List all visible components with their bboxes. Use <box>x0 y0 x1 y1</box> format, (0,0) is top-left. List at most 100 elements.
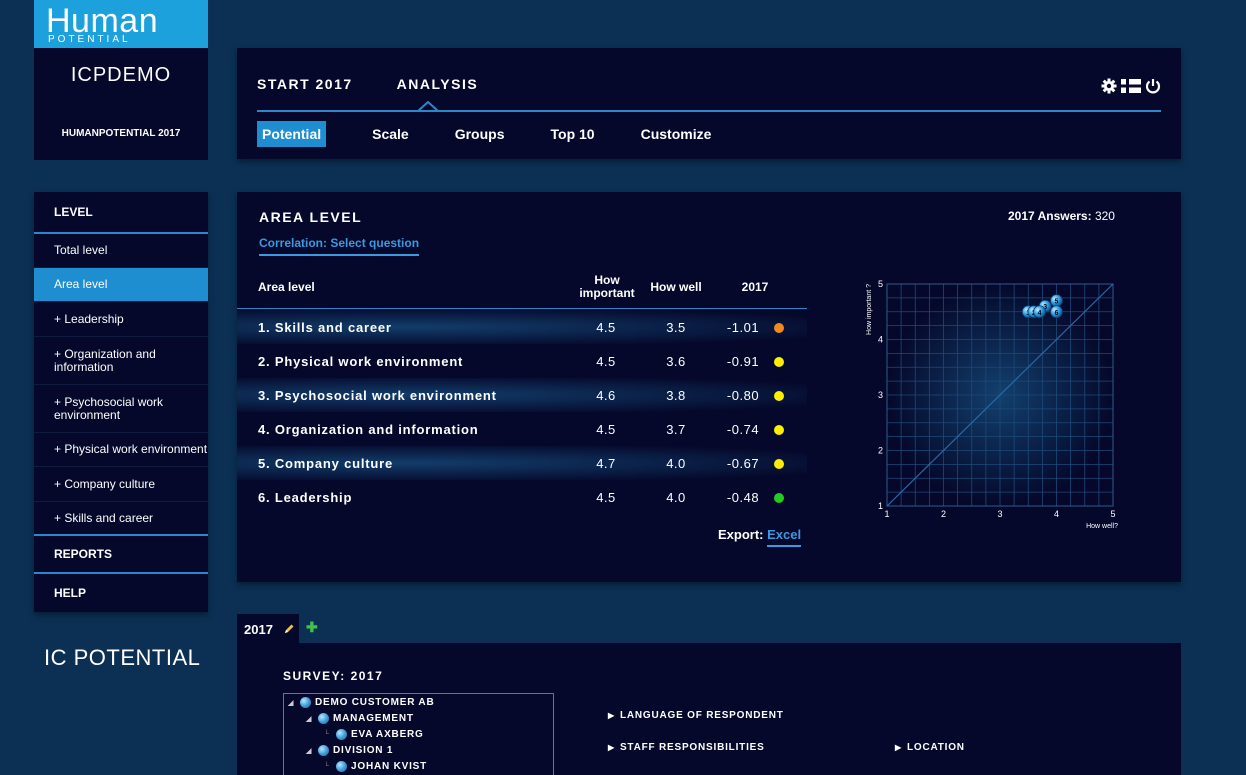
expand-arrow-icon: ▶ <box>608 711 615 720</box>
tree-node-label: JOHAN KVIST <box>351 761 428 772</box>
sidebar-item-company-culture[interactable]: + Company culture <box>34 467 208 502</box>
pencil-icon[interactable] <box>283 623 295 635</box>
sidebar-item-psychosocial[interactable]: + Psychosocial work environment <box>34 385 208 433</box>
answers-count: 2017 Answers: 320 <box>1008 209 1115 223</box>
filter-language[interactable]: ▶ LANGUAGE OF RESPONDENT <box>608 710 784 721</box>
row-name: 6. Leadership <box>258 490 353 505</box>
x-tick-label: 3 <box>997 509 1002 519</box>
sidebar-item-total-level[interactable]: Total level <box>34 234 208 268</box>
tree-branch-icon: └ <box>324 763 330 770</box>
export-excel-link[interactable]: Excel <box>767 527 802 547</box>
table-row[interactable]: 3. Psychosocial work environment 4.6 3.8… <box>237 378 807 412</box>
expand-arrow-icon: ▶ <box>608 743 615 752</box>
power-icon[interactable] <box>1145 78 1161 94</box>
sidebar-item-physical[interactable]: + Physical work environment <box>34 433 208 467</box>
row-diff: -0.91 <box>726 354 760 369</box>
nav-divider <box>257 110 1161 112</box>
export-label: Export: <box>718 527 764 542</box>
row-name: 2. Physical work environment <box>258 354 464 369</box>
gear-icon[interactable] <box>1101 78 1117 94</box>
expand-arrow-icon: ▶ <box>895 743 902 752</box>
flag-icon[interactable] <box>1121 79 1141 93</box>
tab-2017-label: 2017 <box>244 622 273 637</box>
table-row[interactable]: 5. Company culture 4.7 4.0 -0.67 <box>237 446 807 480</box>
tree-node-label: MANAGEMENT <box>333 713 414 724</box>
filter-location[interactable]: ▶ LOCATION <box>895 742 965 753</box>
tree-node-label: DEMO CUSTOMER AB <box>315 697 435 708</box>
sidebar-level-header[interactable]: LEVEL <box>34 192 208 234</box>
tree-node-label: DIVISION 1 <box>333 745 394 756</box>
y-tick-label: 2 <box>878 446 883 456</box>
answers-label: 2017 Answers: <box>1008 209 1092 223</box>
row-diff: -0.80 <box>726 388 760 403</box>
tab-scale[interactable]: Scale <box>367 121 414 147</box>
add-tab-icon[interactable]: ✚ <box>306 619 318 636</box>
x-tick-label: 4 <box>1054 509 1059 519</box>
row-well: 4.0 <box>666 456 686 471</box>
project-name: HUMANPOTENTIAL 2017 <box>61 128 181 139</box>
survey-panel: SURVEY: 2017 ◢ DEMO CUSTOMER AB ◢ MANAGE… <box>237 643 1181 775</box>
sidebar-reports[interactable]: REPORTS <box>34 536 208 574</box>
col-how-important[interactable]: How important <box>574 274 640 300</box>
filter-label: STAFF RESPONSIBILITIES <box>619 742 765 753</box>
y-tick-label: 3 <box>878 390 883 400</box>
tree-node-johan-kvist[interactable]: └ JOHAN KVIST <box>324 761 427 772</box>
y-axis-label: How important ? <box>866 284 873 335</box>
tab-potential[interactable]: Potential <box>257 121 327 147</box>
y-tick-label: 1 <box>878 501 883 511</box>
tab-groups[interactable]: Groups <box>450 121 510 147</box>
tree-node-demo-customer[interactable]: ◢ DEMO CUSTOMER AB <box>288 697 434 708</box>
top-icons <box>1101 78 1161 94</box>
nav-start-2017[interactable]: START 2017 <box>257 76 353 92</box>
sidebar-item-area-level[interactable]: Area level <box>34 268 208 302</box>
table-row[interactable]: 4. Organization and information 4.5 3.7 … <box>237 412 807 446</box>
sidebar-help[interactable]: HELP <box>34 574 208 612</box>
col-2017[interactable]: 2017 <box>735 281 775 294</box>
filter-label: LOCATION <box>906 742 965 753</box>
status-dot-icon <box>774 357 784 367</box>
status-dot-icon <box>774 323 784 333</box>
tree-branch-icon: └ <box>324 731 330 738</box>
tree-node-division-1[interactable]: ◢ DIVISION 1 <box>306 745 393 756</box>
sidebar-item-leadership[interactable]: + Leadership <box>34 302 208 337</box>
sidebar-item-organization[interactable]: + Organization and information <box>34 337 208 385</box>
col-how-well[interactable]: How well <box>646 281 706 294</box>
filter-staff-responsibilities[interactable]: ▶ STAFF RESPONSIBILITIES <box>608 742 765 753</box>
row-diff: -0.74 <box>726 422 760 437</box>
survey-title: SURVEY: 2017 <box>283 669 384 683</box>
x-tick-label: 2 <box>941 509 946 519</box>
row-important: 4.7 <box>596 456 616 471</box>
expand-triangle-icon[interactable]: ◢ <box>306 747 314 755</box>
row-well: 3.7 <box>666 422 686 437</box>
ic-potential-logo: IC POTENTIAL <box>44 645 201 670</box>
expand-triangle-icon[interactable]: ◢ <box>306 715 314 723</box>
importance-vs-performance-chart: 1234512345How well?How important ?123456 <box>866 279 1118 530</box>
main-nav: START 2017 ANALYSIS <box>257 76 478 92</box>
row-well: 4.0 <box>666 490 686 505</box>
tab-2017[interactable]: 2017 <box>237 614 299 644</box>
level-sidebar: LEVEL Total level Area level + Leadershi… <box>34 192 208 612</box>
correlation-select-link[interactable]: Correlation: Select question <box>259 236 420 256</box>
row-name: 4. Organization and information <box>258 422 479 437</box>
table-row[interactable]: 6. Leadership 4.5 4.0 -0.48 <box>237 480 807 514</box>
filter-label: LANGUAGE OF RESPONDENT <box>619 710 784 721</box>
globe-icon <box>336 729 347 740</box>
row-important: 4.5 <box>596 422 616 437</box>
col-area-level[interactable]: Area level <box>258 281 315 294</box>
tree-node-management[interactable]: ◢ MANAGEMENT <box>306 713 414 724</box>
row-name: 5. Company culture <box>258 456 394 471</box>
tree-node-eva-axberg[interactable]: └ EVA AXBERG <box>324 729 424 740</box>
nav-analysis[interactable]: ANALYSIS <box>397 76 479 92</box>
table-row[interactable]: 1. Skills and career 4.5 3.5 -1.01 <box>237 310 807 344</box>
org-tree: ◢ DEMO CUSTOMER AB ◢ MANAGEMENT └ EVA AX… <box>283 693 554 775</box>
row-important: 4.5 <box>596 354 616 369</box>
point-label: 6 <box>1055 310 1059 317</box>
expand-triangle-icon[interactable]: ◢ <box>288 699 296 707</box>
row-name: 3. Psychosocial work environment <box>258 388 497 403</box>
sidebar-item-skills-career[interactable]: + Skills and career <box>34 502 208 536</box>
tab-customize[interactable]: Customize <box>636 121 717 147</box>
status-dot-icon <box>774 459 784 469</box>
tab-top-10[interactable]: Top 10 <box>546 121 600 147</box>
table-row[interactable]: 2. Physical work environment 4.5 3.6 -0.… <box>237 344 807 378</box>
page-title: AREA LEVEL <box>259 209 363 225</box>
